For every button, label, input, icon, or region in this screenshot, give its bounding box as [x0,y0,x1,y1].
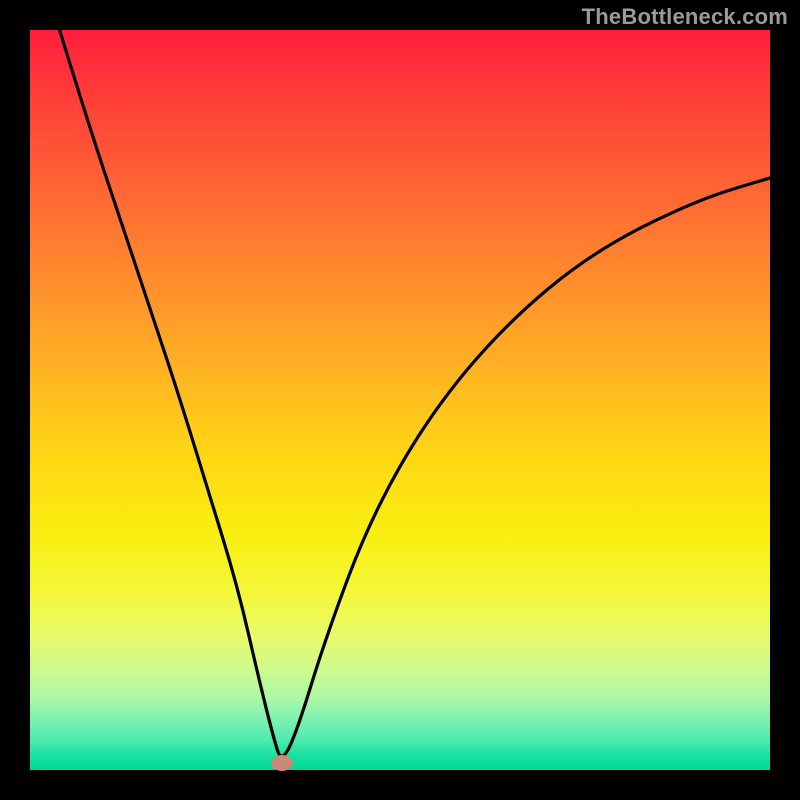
watermark-label: TheBottleneck.com [582,4,788,30]
curve-layer [30,30,770,770]
bottleneck-curve [60,30,770,756]
plot-area [30,30,770,770]
chart-frame: TheBottleneck.com [0,0,800,800]
bottleneck-marker [271,755,293,771]
